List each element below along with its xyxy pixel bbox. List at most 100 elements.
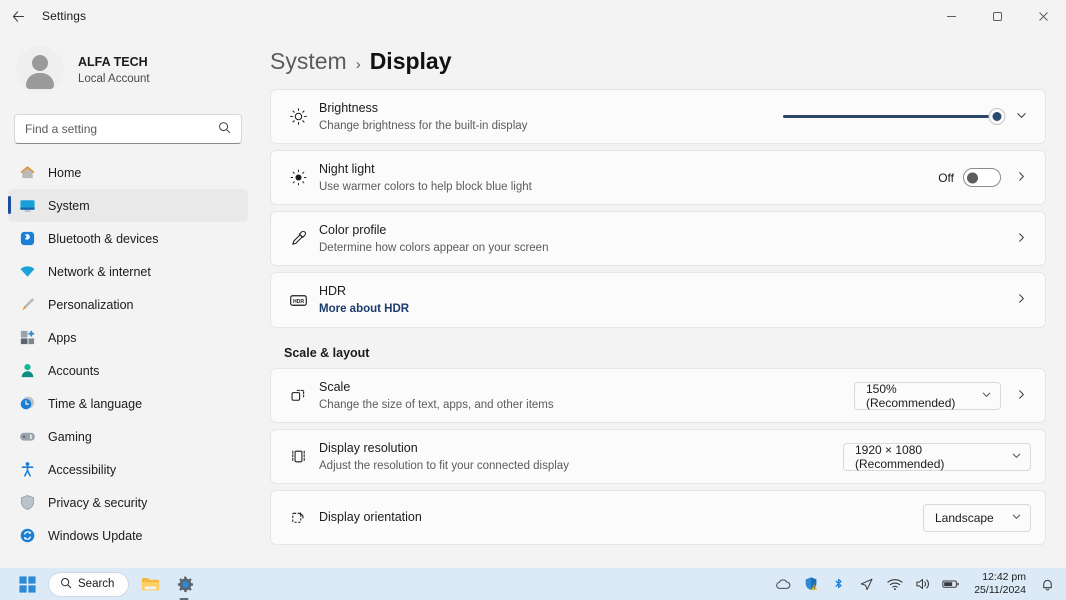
- resolution-title: Display resolution: [319, 440, 418, 455]
- taskbar: Search 12:42 pm 25/11/2024: [0, 568, 1066, 600]
- taskbar-search-label: Search: [78, 578, 115, 590]
- windows-start-icon[interactable]: [14, 571, 40, 597]
- back-arrow-icon[interactable]: [0, 0, 36, 32]
- wifi-icon[interactable]: [886, 576, 903, 593]
- bluetooth-icon[interactable]: [830, 576, 847, 593]
- sidebar-item-time-language[interactable]: Time & language: [8, 387, 248, 420]
- sidebar-item-accounts[interactable]: Accounts: [8, 354, 248, 387]
- volume-icon[interactable]: [914, 576, 931, 593]
- sidebar-item-windows-update[interactable]: Windows Update: [8, 519, 248, 552]
- account-type: Local Account: [78, 72, 150, 85]
- night-light-card[interactable]: Night light Use warmer colors to help bl…: [270, 150, 1046, 205]
- night-light-state-label: Off: [938, 170, 954, 185]
- sidebar-item-label: Accounts: [48, 363, 100, 378]
- clock-time: 12:42 pm: [982, 571, 1026, 583]
- scale-subtitle: Change the size of text, apps, and other…: [319, 398, 554, 411]
- send-arrow-icon[interactable]: [858, 576, 875, 593]
- hdr-learn-more-link[interactable]: More about HDR: [319, 301, 1011, 317]
- taskbar-clock[interactable]: 12:42 pm 25/11/2024: [970, 571, 1028, 597]
- resolution-value: 1920 × 1080 (Recommended): [855, 442, 945, 471]
- sidebar-item-home[interactable]: Home: [8, 156, 248, 189]
- breadcrumb: System › Display: [256, 32, 1066, 75]
- battery-icon[interactable]: [942, 576, 959, 593]
- taskbar-search-button[interactable]: Search: [48, 571, 130, 597]
- account-name: ALFA TECH: [78, 54, 148, 69]
- account-section[interactable]: ALFA TECH Local Account: [8, 32, 248, 104]
- clock-date: 25/11/2024: [974, 584, 1026, 596]
- file-explorer-icon[interactable]: [137, 571, 163, 597]
- scale-resize-icon: [283, 386, 313, 405]
- sidebar-item-apps[interactable]: Apps: [8, 321, 248, 354]
- display-orientation-card[interactable]: Display orientation Landscape: [270, 490, 1046, 545]
- hdr-badge-icon: HDR: [283, 291, 313, 310]
- sidebar-item-label: Network & internet: [48, 264, 151, 279]
- account-person-icon: [18, 362, 36, 380]
- sidebar: ALFA TECH Local Account Home System: [0, 32, 256, 568]
- sidebar-item-personalization[interactable]: Personalization: [8, 288, 248, 321]
- search-icon: [218, 121, 231, 137]
- chevron-right-icon[interactable]: [1011, 170, 1031, 186]
- search-icon: [60, 577, 72, 592]
- brightness-slider[interactable]: [783, 108, 1005, 126]
- search-input[interactable]: [25, 122, 214, 136]
- scale-dropdown[interactable]: 150% (Recommended): [854, 381, 1001, 410]
- chevron-right-icon[interactable]: [1011, 388, 1031, 404]
- search-box[interactable]: [14, 114, 242, 144]
- sidebar-item-network-internet[interactable]: Network & internet: [8, 255, 248, 288]
- title-bar: Settings: [0, 0, 1066, 32]
- orientation-dropdown[interactable]: Landscape: [923, 503, 1031, 532]
- hdr-card[interactable]: HDR HDR More about HDR: [270, 272, 1046, 328]
- svg-text:HDR: HDR: [292, 298, 303, 304]
- settings-cards: Brightness Change brightness for the bui…: [256, 75, 1066, 545]
- sidebar-item-system[interactable]: System: [8, 189, 248, 222]
- update-refresh-icon: [18, 527, 36, 545]
- scale-layout-heading: Scale & layout: [284, 346, 370, 360]
- color-profile-subtitle: Determine how colors appear on your scre…: [319, 241, 549, 254]
- breadcrumb-parent[interactable]: System: [270, 48, 347, 75]
- display-resolution-card[interactable]: Display resolution Adjust the resolution…: [270, 429, 1046, 484]
- resolution-subtitle: Adjust the resolution to fit your connec…: [319, 459, 569, 472]
- wifi-icon: [18, 263, 36, 281]
- chevron-down-icon: [1011, 450, 1022, 464]
- accessibility-person-icon: [18, 461, 36, 479]
- chevron-right-icon[interactable]: [1011, 231, 1031, 247]
- color-profile-title: Color profile: [319, 222, 387, 237]
- home-icon: [18, 164, 36, 182]
- sidebar-item-label: System: [48, 198, 90, 213]
- sidebar-item-bluetooth-devices[interactable]: Bluetooth & devices: [8, 222, 248, 255]
- scale-card[interactable]: Scale Change the size of text, apps, and…: [270, 368, 1046, 423]
- sidebar-item-label: Apps: [48, 330, 77, 345]
- system-monitor-icon: [18, 197, 36, 215]
- defender-shield-warning-icon[interactable]: [802, 576, 819, 593]
- page-title: Display: [369, 48, 452, 74]
- orientation-rotate-icon: [283, 508, 313, 527]
- resolution-dropdown[interactable]: 1920 × 1080 (Recommended): [843, 442, 1031, 471]
- settings-gear-icon[interactable]: [171, 571, 197, 597]
- chevron-down-icon: [1011, 511, 1022, 525]
- sidebar-item-label: Accessibility: [48, 462, 117, 477]
- brightness-subtitle: Change brightness for the built-in displ…: [319, 119, 528, 132]
- chevron-down-icon[interactable]: [1011, 109, 1031, 125]
- sidebar-item-privacy-security[interactable]: Privacy & security: [8, 486, 248, 519]
- window-title: Settings: [42, 9, 87, 23]
- bell-icon[interactable]: [1039, 576, 1056, 593]
- chevron-down-icon: [981, 389, 992, 403]
- chevron-right-icon[interactable]: [1011, 292, 1031, 308]
- night-light-toggle[interactable]: [963, 168, 1001, 187]
- brightness-sun-icon: [283, 107, 313, 126]
- close-icon[interactable]: [1020, 0, 1066, 32]
- breadcrumb-separator: ›: [355, 56, 361, 73]
- system-tray: 12:42 pm 25/11/2024: [774, 571, 1056, 597]
- onedrive-cloud-icon[interactable]: [774, 576, 791, 593]
- orientation-title: Display orientation: [319, 510, 422, 524]
- sidebar-item-gaming[interactable]: Gaming: [8, 420, 248, 453]
- brightness-card[interactable]: Brightness Change brightness for the bui…: [270, 89, 1046, 144]
- orientation-value: Landscape: [935, 510, 994, 525]
- paintbrush-icon: [18, 296, 36, 314]
- maximize-icon[interactable]: [974, 0, 1020, 32]
- color-profile-card[interactable]: Color profile Determine how colors appea…: [270, 211, 1046, 266]
- minimize-icon[interactable]: [928, 0, 974, 32]
- sidebar-nav: Home System Bluetooth & devices Network …: [8, 156, 248, 552]
- display-resolution-icon: [283, 447, 313, 466]
- sidebar-item-accessibility[interactable]: Accessibility: [8, 453, 248, 486]
